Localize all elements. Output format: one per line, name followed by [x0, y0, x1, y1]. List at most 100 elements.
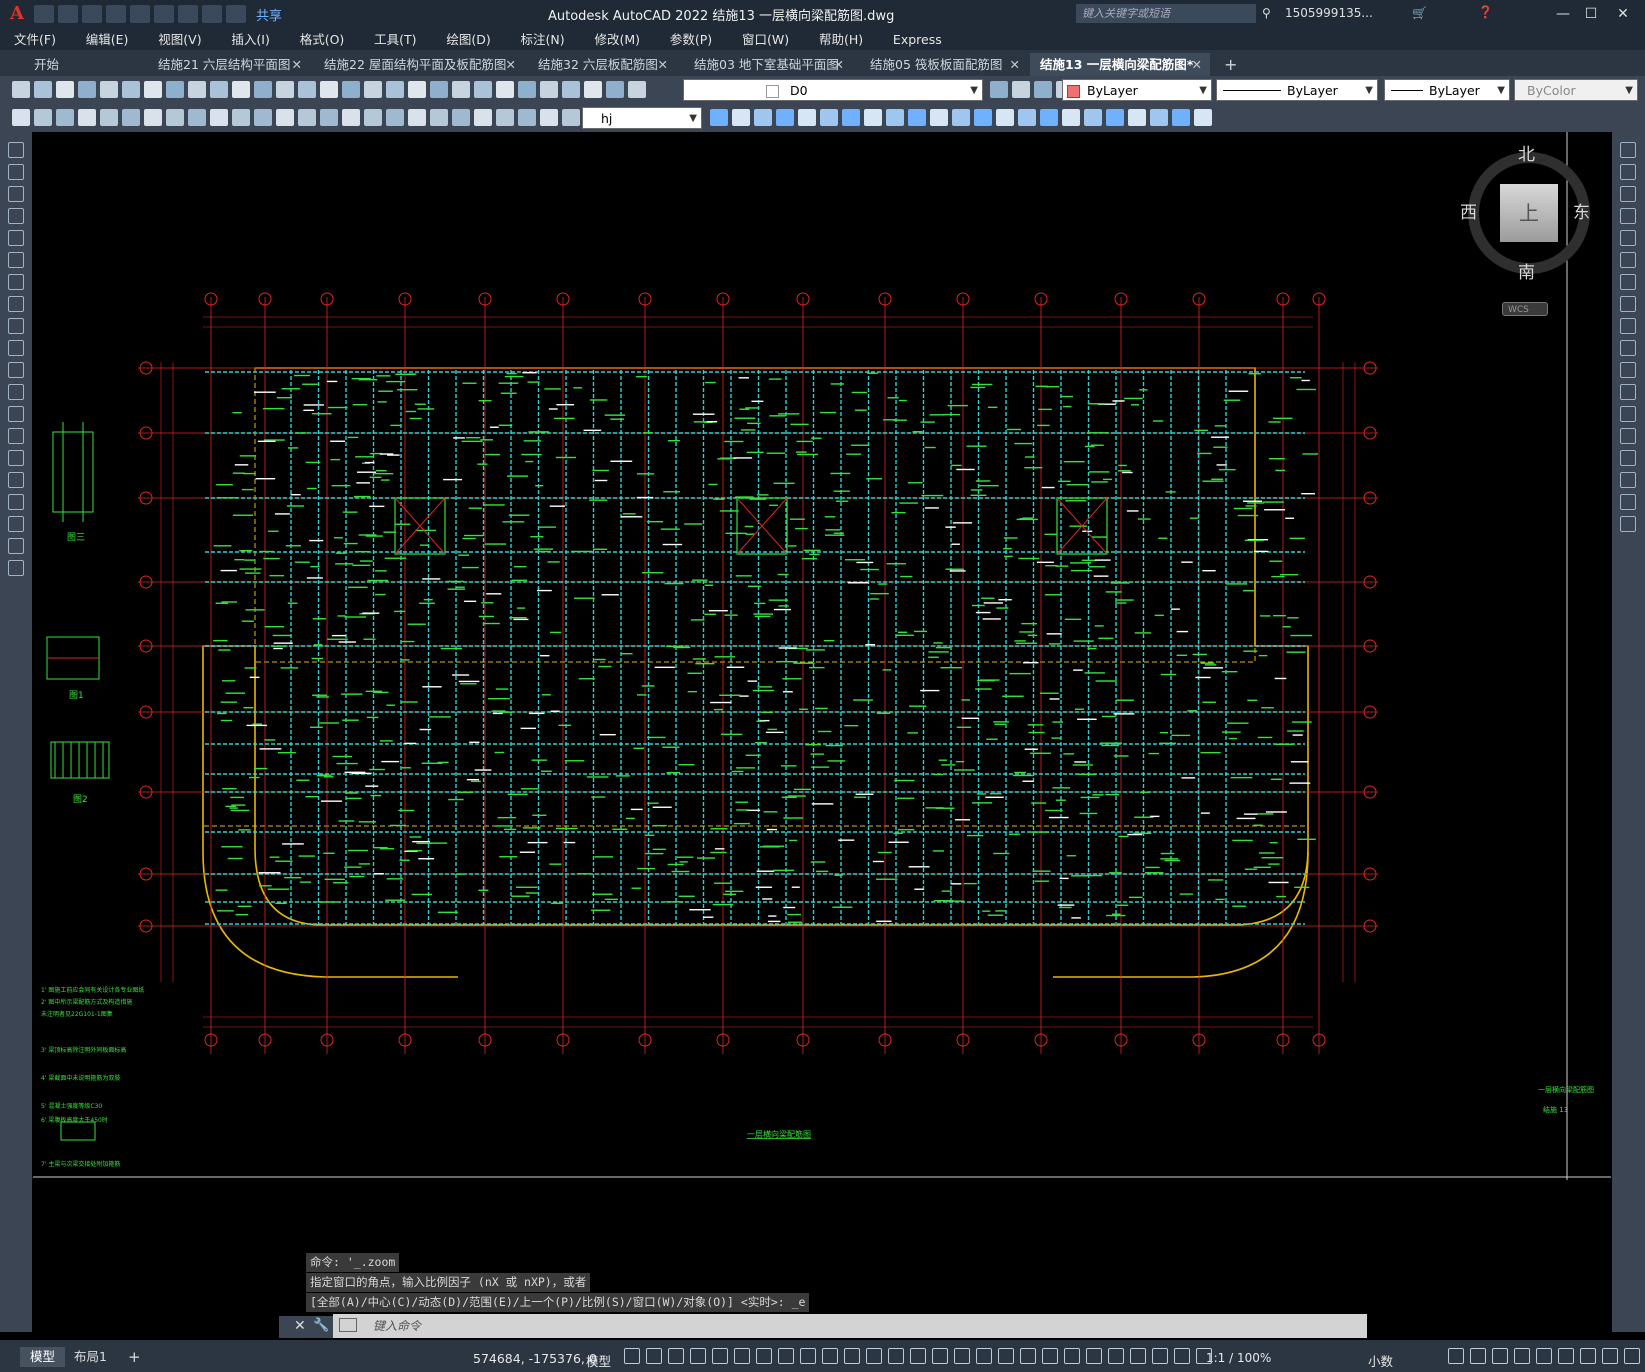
dimension-tool-icon[interactable] — [364, 109, 382, 126]
toolbar-button-icon[interactable] — [232, 81, 250, 98]
draw-tool-icon[interactable] — [8, 450, 24, 466]
status-toggle-icon[interactable] — [1448, 1348, 1464, 1364]
toolbar-button-icon[interactable] — [56, 81, 74, 98]
toolbar-button-icon[interactable] — [298, 81, 316, 98]
status-toggle-icon[interactable] — [1196, 1348, 1212, 1364]
dimension-tool-icon[interactable] — [122, 109, 140, 126]
status-toggle-icon[interactable] — [1492, 1348, 1508, 1364]
status-toggle-icon[interactable] — [866, 1348, 882, 1364]
status-toggle-icon[interactable] — [998, 1348, 1014, 1364]
dimension-tool-icon[interactable] — [320, 109, 338, 126]
status-toggle-icon[interactable] — [1602, 1348, 1618, 1364]
search-input[interactable]: 键入关键字或短语 — [1076, 4, 1256, 23]
modify-tool-icon[interactable] — [1620, 340, 1636, 356]
status-toggle-icon[interactable] — [734, 1348, 750, 1364]
new-layout-button[interactable]: + — [118, 1347, 151, 1367]
draw-tool-icon[interactable] — [8, 384, 24, 400]
modify-tool-icon[interactable] — [1620, 164, 1636, 180]
status-toggle-icon[interactable] — [1174, 1348, 1190, 1364]
draw-tool-icon[interactable] — [8, 362, 24, 378]
open-web-icon[interactable] — [130, 5, 150, 23]
view-tool-icon[interactable] — [1172, 109, 1190, 126]
status-toggle-icon[interactable] — [1042, 1348, 1058, 1364]
open-file-icon[interactable] — [58, 5, 78, 23]
tab-file-active[interactable]: 结施13 一层横向梁配筋图* ✕ — [1030, 53, 1210, 76]
status-toggle-icon[interactable] — [1470, 1348, 1486, 1364]
dimension-tool-icon[interactable] — [540, 109, 558, 126]
tab-start[interactable]: 开始 — [24, 53, 144, 76]
toolbar-button-icon[interactable] — [254, 81, 272, 98]
toolbar-button-icon[interactable] — [430, 81, 448, 98]
layer-tool-icon[interactable] — [990, 81, 1008, 98]
linetype-dropdown[interactable]: ByLayer ▼ — [1216, 79, 1378, 101]
dimension-tool-icon[interactable] — [210, 109, 228, 126]
view-tool-icon[interactable] — [996, 109, 1014, 126]
dimension-tool-icon[interactable] — [276, 109, 294, 126]
menu-modify[interactable]: 修改(M) — [580, 28, 652, 50]
save-web-icon[interactable] — [154, 5, 174, 23]
tab-layout1[interactable]: 布局1 — [64, 1347, 117, 1367]
modify-tool-icon[interactable] — [1620, 516, 1636, 532]
modify-tool-icon[interactable] — [1620, 406, 1636, 422]
status-toggle-icon[interactable] — [690, 1348, 706, 1364]
status-toggle-icon[interactable] — [712, 1348, 728, 1364]
dimension-tool-icon[interactable] — [298, 109, 316, 126]
menu-parametric[interactable]: 参数(P) — [656, 28, 724, 50]
menu-express[interactable]: Express — [879, 28, 954, 50]
modify-tool-icon[interactable] — [1620, 362, 1636, 378]
toolbar-button-icon[interactable] — [122, 81, 140, 98]
menu-edit[interactable]: 编辑(E) — [72, 28, 141, 50]
customize-wrench-icon[interactable]: 🔧 — [313, 1318, 329, 1333]
modify-tool-icon[interactable] — [1620, 428, 1636, 444]
dimension-tool-icon[interactable] — [12, 109, 30, 126]
status-toggle-icon[interactable] — [668, 1348, 684, 1364]
dimension-tool-icon[interactable] — [166, 109, 184, 126]
draw-tool-icon[interactable] — [8, 296, 24, 312]
close-tab-icon[interactable]: ✕ — [292, 53, 302, 76]
status-toggle-icon[interactable] — [800, 1348, 816, 1364]
dimension-tool-icon[interactable] — [518, 109, 536, 126]
view-tool-icon[interactable] — [820, 109, 838, 126]
draw-tool-icon[interactable] — [8, 252, 24, 268]
units-selector[interactable]: 小数 — [1368, 1351, 1393, 1370]
toolbar-button-icon[interactable] — [100, 81, 118, 98]
menu-view[interactable]: 视图(V) — [144, 28, 213, 50]
toolbar-button-icon[interactable] — [386, 81, 404, 98]
toolbar-button-icon[interactable] — [584, 81, 602, 98]
dimension-tool-icon[interactable] — [408, 109, 426, 126]
status-toggle-icon[interactable] — [778, 1348, 794, 1364]
draw-tool-icon[interactable] — [8, 428, 24, 444]
undo-icon[interactable] — [202, 5, 222, 23]
draw-tool-icon[interactable] — [8, 230, 24, 246]
status-toggle-icon[interactable] — [1580, 1348, 1596, 1364]
view-tool-icon[interactable] — [732, 109, 750, 126]
status-toggle-icon[interactable] — [822, 1348, 838, 1364]
view-tool-icon[interactable] — [864, 109, 882, 126]
draw-tool-icon[interactable] — [8, 142, 24, 158]
status-toggle-icon[interactable] — [1020, 1348, 1036, 1364]
redo-icon[interactable] — [226, 5, 246, 23]
draw-tool-icon[interactable] — [8, 560, 24, 576]
view-tool-icon[interactable] — [1040, 109, 1058, 126]
annotation-scale[interactable]: 1:1 / 100% — [1206, 1351, 1271, 1365]
status-toggle-icon[interactable] — [1536, 1348, 1552, 1364]
toolbar-button-icon[interactable] — [78, 81, 96, 98]
dimension-tool-icon[interactable] — [232, 109, 250, 126]
status-toggle-icon[interactable] — [1558, 1348, 1574, 1364]
status-toggle-icon[interactable] — [624, 1348, 640, 1364]
view-tool-icon[interactable] — [886, 109, 904, 126]
toolbar-button-icon[interactable] — [408, 81, 426, 98]
tab-file[interactable]: 结施22 屋面结构平面及板配筋图 ✕ — [314, 53, 524, 76]
dimension-tool-icon[interactable] — [562, 109, 580, 126]
menu-draw[interactable]: 绘图(D) — [432, 28, 502, 50]
close-tab-icon[interactable]: ✕ — [1010, 53, 1020, 76]
color-dropdown[interactable]: ByLayer ▼ — [1062, 79, 1212, 101]
modify-tool-icon[interactable] — [1620, 494, 1636, 510]
dimension-tool-icon[interactable] — [452, 109, 470, 126]
draw-tool-icon[interactable] — [8, 538, 24, 554]
tab-file[interactable]: 结施05 筏板板面配筋图 ✕ — [860, 53, 1028, 76]
status-toggle-icon[interactable] — [1064, 1348, 1080, 1364]
view-tool-icon[interactable] — [1062, 109, 1080, 126]
toolbar-button-icon[interactable] — [34, 81, 52, 98]
layer-tool-icon[interactable] — [1034, 81, 1052, 98]
